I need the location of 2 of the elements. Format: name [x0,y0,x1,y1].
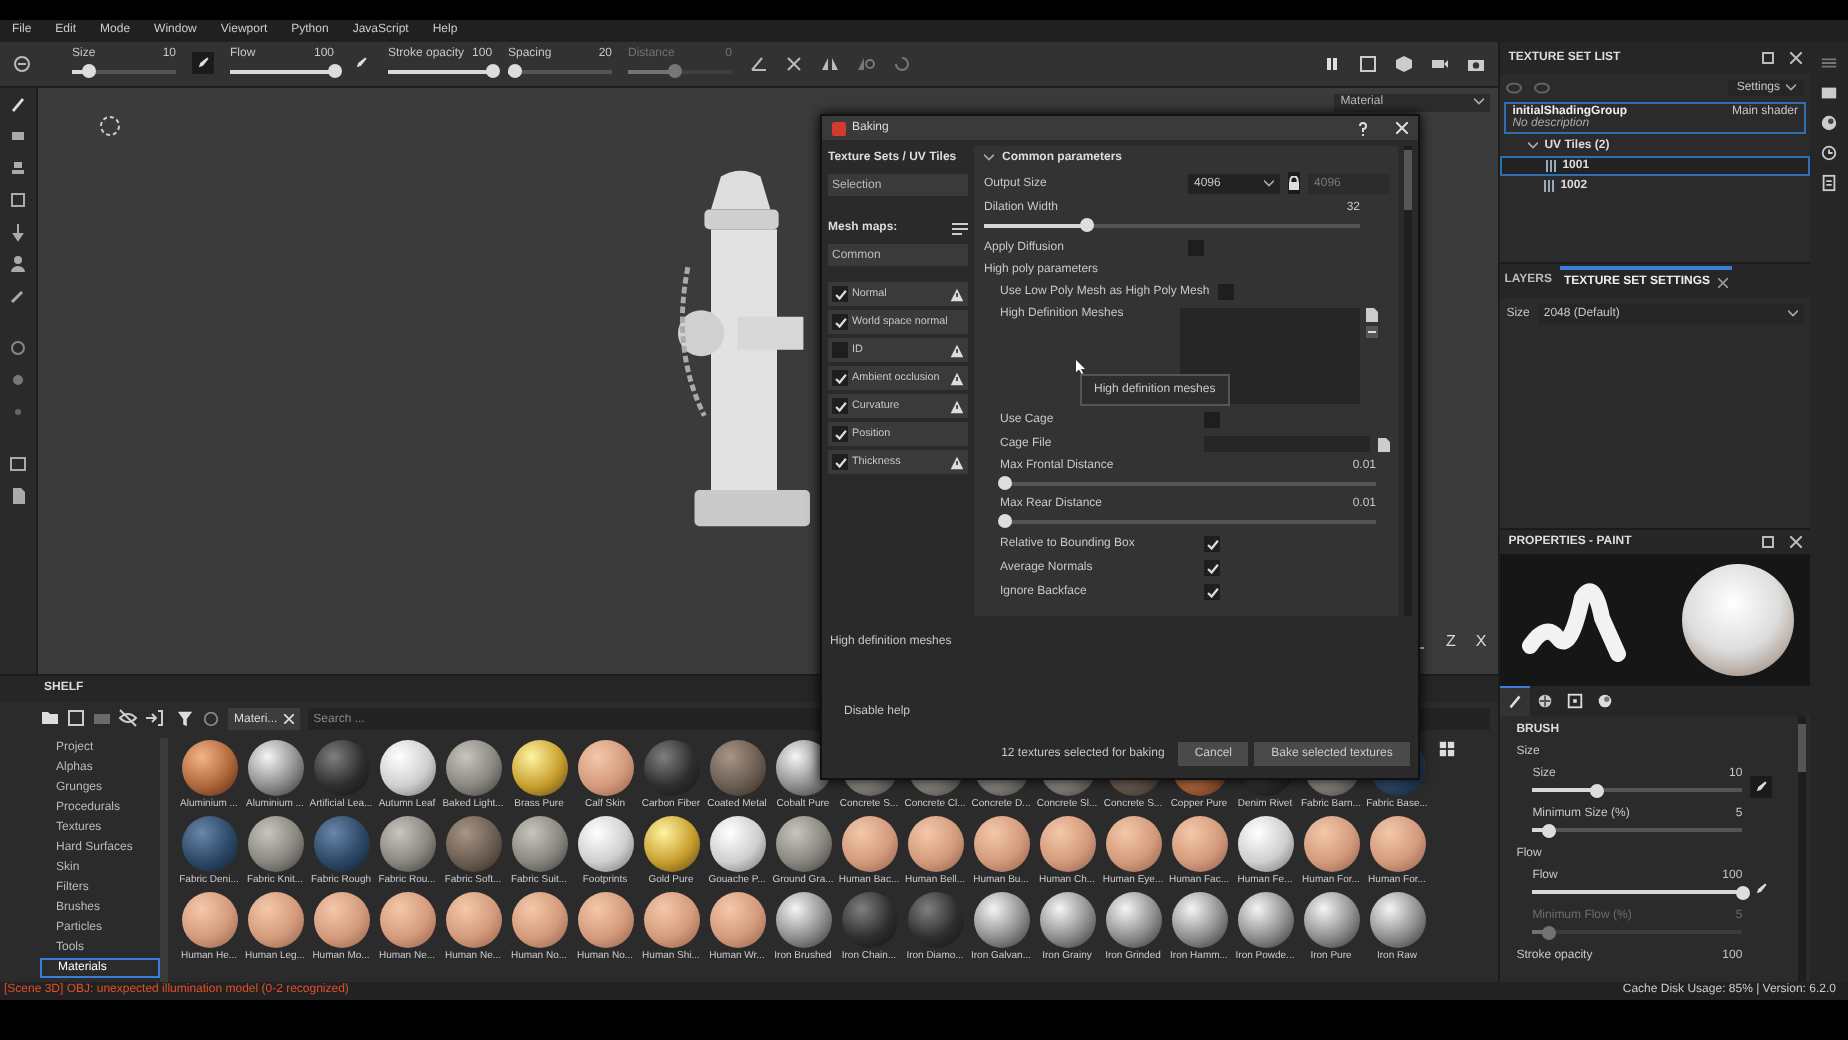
axis-label: X [1475,631,1487,650]
axis-label: Z [1445,631,1456,650]
